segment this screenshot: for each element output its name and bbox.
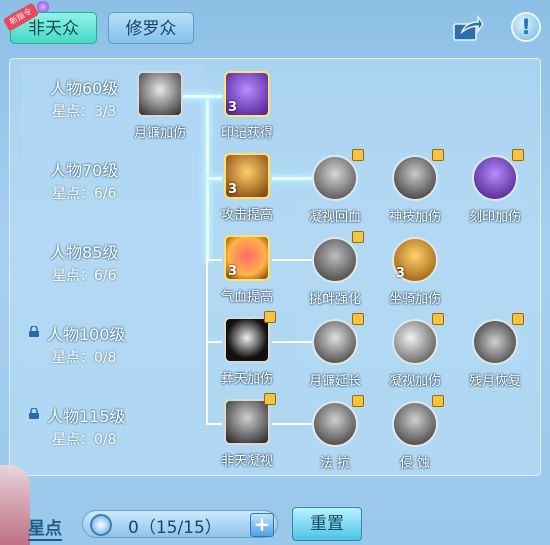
heart-icon: 3 xyxy=(224,235,270,281)
lock-icon xyxy=(29,326,39,337)
lock-icon xyxy=(264,311,276,323)
tab-xiuluozhong[interactable]: 修罗众 xyxy=(108,12,194,44)
skill-label: 法 抗 xyxy=(319,456,351,471)
skill-keyin-jiashang[interactable]: 刻印加伤 xyxy=(460,149,530,225)
star-point-footer: 星点 0（15/15） + 重置 xyxy=(0,480,550,545)
share-icon[interactable] xyxy=(452,14,484,42)
level-stars: 星点：6/6 xyxy=(52,268,117,284)
skill-label: 挑衅强化 xyxy=(308,292,361,307)
skill-ningshi-jiashang[interactable]: 凝视加伤 xyxy=(380,313,450,389)
mount-icon: 3 xyxy=(392,237,438,283)
skill-qixue-tigao[interactable]: 3 气血提高 xyxy=(212,235,282,305)
level-title: 人物100级 xyxy=(47,325,126,344)
skill-label: 凝视加伤 xyxy=(388,374,441,389)
skill-level: 3 xyxy=(228,264,238,279)
level-title: 人物70级 xyxy=(50,161,119,180)
skill-label: 神技加伤 xyxy=(388,210,441,225)
lock-icon xyxy=(352,313,364,325)
skill-yuelian-yanchang[interactable]: 月镰延长 xyxy=(300,313,370,389)
crescent-icon xyxy=(472,313,524,365)
lock-icon xyxy=(432,395,444,407)
claw-icon xyxy=(392,149,444,201)
skill-label: 凝视回血 xyxy=(308,210,361,225)
level-title: 人物85级 xyxy=(50,243,119,262)
skill-level: 3 xyxy=(228,182,238,197)
level-row-100: 人物100级 星点：0/8 xyxy=(22,311,207,387)
star-point-value: 0（15/15） xyxy=(128,518,222,538)
add-star-point-button[interactable]: + xyxy=(250,513,274,537)
star-point-label: 星点 xyxy=(28,514,62,541)
skill-label: 非天凝视 xyxy=(220,454,273,469)
skill-window: 非天众 新指令 修罗众 ! 人物60级 星点：3/3 人物70级 星点：6/6 … xyxy=(0,0,550,545)
skill-label: 彝天加伤 xyxy=(220,372,273,387)
reset-button[interactable]: 重置 xyxy=(292,507,362,541)
lock-icon xyxy=(352,395,364,407)
level-title: 人物115级 xyxy=(47,407,126,426)
lock-icon xyxy=(432,149,444,161)
sigil-icon xyxy=(472,149,524,201)
lock-icon xyxy=(432,313,444,325)
skill-tiaoxin-qianghua[interactable]: 挑衅强化 xyxy=(300,231,370,307)
skill-label: 月镰延长 xyxy=(308,374,361,389)
lock-icon xyxy=(512,313,524,325)
demon-icon xyxy=(312,395,364,447)
demon-icon xyxy=(224,393,276,445)
skill-canyue-huifu[interactable]: 残月恢复 xyxy=(460,313,530,389)
demon-icon xyxy=(392,395,444,447)
skill-ningshi-huixue[interactable]: 凝视回血 xyxy=(300,149,370,225)
skill-level: 3 xyxy=(228,100,238,115)
level-stars: 星点：6/6 xyxy=(52,186,117,202)
skill-zuoqi-jiashang[interactable]: 3 坐骑加伤 xyxy=(380,237,450,307)
skill-fakang[interactable]: 法 抗 xyxy=(300,395,370,471)
taunt-icon xyxy=(312,231,364,283)
skill-label: 月镰加伤 xyxy=(133,126,186,141)
burst-icon xyxy=(224,311,276,363)
muscle-icon: 3 xyxy=(224,153,270,199)
skill-label: 攻击提高 xyxy=(220,208,273,223)
skill-label: 印记获得 xyxy=(220,126,273,141)
sickle-icon xyxy=(137,71,183,117)
level-row-115: 人物115级 星点：0/8 xyxy=(22,393,207,469)
skill-shenji-jiashang[interactable]: 神技加伤 xyxy=(380,149,450,225)
figure-icon xyxy=(312,149,364,201)
level-row-85: 人物85级 星点：6/6 xyxy=(22,229,207,305)
lock-icon xyxy=(264,393,276,405)
lock-icon xyxy=(352,231,364,243)
lock-icon xyxy=(352,149,364,161)
skill-label: 坐骑加伤 xyxy=(388,292,441,307)
skill-label: 气血提高 xyxy=(220,290,273,305)
level-stars: 星点：0/8 xyxy=(52,350,117,366)
skill-qinshi[interactable]: 侵 蚀 xyxy=(380,395,450,471)
skill-mangtian-jiashang[interactable]: 彝天加伤 xyxy=(212,311,282,387)
skill-label: 侵 蚀 xyxy=(399,456,431,471)
skill-feitian-ningshi[interactable]: 非天凝视 xyxy=(212,393,282,469)
level-stars: 星点：0/8 xyxy=(52,432,117,448)
skill-level: 3 xyxy=(396,266,406,281)
skill-yinji-huode[interactable]: 3 印记获得 xyxy=(212,71,282,141)
level-title: 人物60级 xyxy=(50,79,119,98)
help-icon[interactable]: ! xyxy=(511,12,541,42)
skill-yuelian-jiashang[interactable]: 月镰加伤 xyxy=(125,71,195,141)
sickle-icon xyxy=(312,313,364,365)
skill-label: 残月恢复 xyxy=(468,374,521,389)
skill-gongji-tigao[interactable]: 3 攻击提高 xyxy=(212,153,282,223)
level-stars: 星点：3/3 xyxy=(52,104,117,120)
sigil-icon: 3 xyxy=(224,71,270,117)
star-point-icon xyxy=(90,514,112,536)
moon-icon xyxy=(392,313,444,365)
lock-icon xyxy=(512,149,524,161)
skill-label: 刻印加伤 xyxy=(468,210,521,225)
skill-tree-panel: 人物60级 星点：3/3 人物70级 星点：6/6 人物85级 星点：6/6 人… xyxy=(9,58,541,476)
lock-icon xyxy=(29,408,39,419)
level-row-70: 人物70级 星点：6/6 xyxy=(22,147,207,223)
